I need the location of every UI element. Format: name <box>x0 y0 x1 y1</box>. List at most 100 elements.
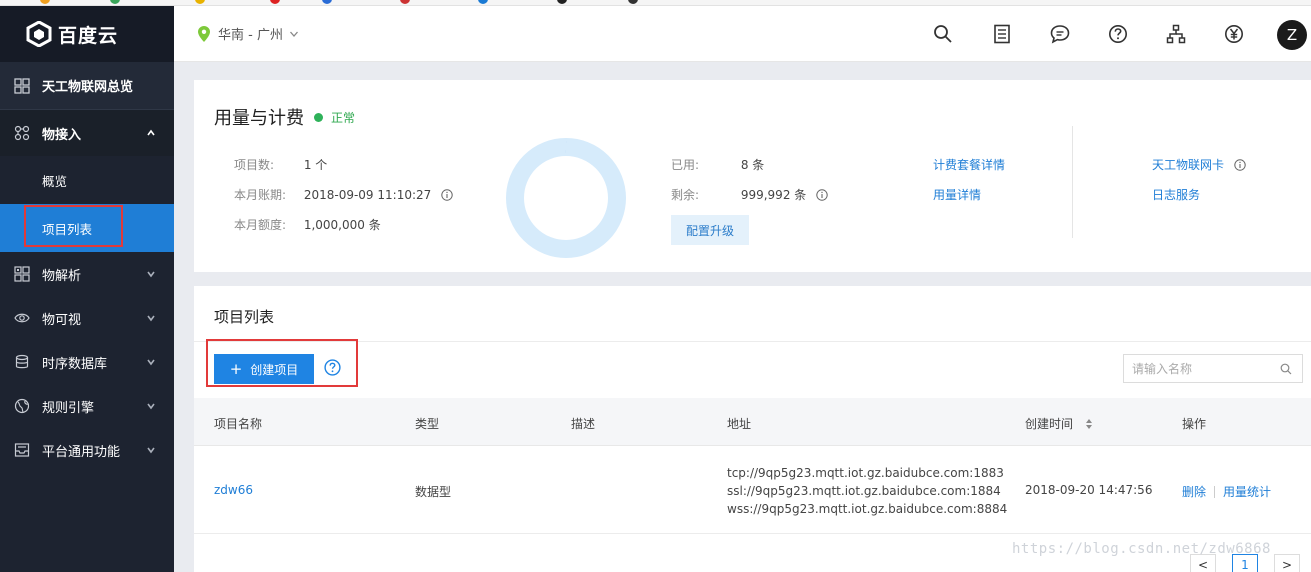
panel-title: 项目列表 <box>214 308 275 326</box>
usage-donut-chart <box>506 138 626 258</box>
bookmark-icon <box>195 0 205 4</box>
action-divider <box>1214 485 1216 498</box>
project-created-time: 2018-09-20 14:47:56 <box>1025 483 1153 497</box>
chevron-down-icon <box>289 31 298 37</box>
user-avatar[interactable]: Z <box>1277 20 1307 50</box>
sidebar-item-label: 规则引擎 <box>42 400 95 416</box>
kv-label: 项目数: <box>234 158 275 172</box>
help-icon[interactable] <box>324 359 341 376</box>
chevron-down-icon <box>147 315 155 322</box>
eye-icon <box>14 313 30 323</box>
create-project-button[interactable]: + 创建项目 <box>214 354 314 384</box>
sidebar-item-label: 时序数据库 <box>42 356 108 372</box>
chevron-down-icon <box>147 271 155 278</box>
table-header: 项目名称 类型 描述 地址 创建时间 操作 <box>194 398 1311 446</box>
log-service-link[interactable]: 日志服务 <box>1152 186 1200 203</box>
package-detail-link[interactable]: 计费套餐详情 <box>933 156 1005 173</box>
upgrade-config-button[interactable]: 配置升级 <box>671 215 749 245</box>
sitemap-icon[interactable] <box>1166 24 1186 44</box>
sidebar-group-platform-common[interactable]: 平台通用功能 <box>0 428 174 472</box>
info-icon[interactable] <box>1234 159 1246 171</box>
yen-icon[interactable] <box>1224 24 1244 44</box>
baidu-cloud-logo-icon <box>26 21 52 47</box>
project-list-panel: 项目列表 + 创建项目 项目名称 类型 描述 地址 创建时间 操作 zdw66 <box>194 286 1311 572</box>
location-pin-icon <box>198 25 210 42</box>
kv-value: 1,000,000 条 <box>303 218 381 232</box>
create-project-label: 创建项目 <box>250 362 299 377</box>
sidebar-item-label: 物解析 <box>42 268 82 284</box>
sort-icon[interactable] <box>1085 418 1093 430</box>
sidebar-subitem-project-list[interactable]: 项目列表 <box>0 204 174 252</box>
delete-link[interactable]: 删除 <box>1182 483 1206 500</box>
usage-stats-link[interactable]: 用量统计 <box>1223 483 1271 500</box>
panel-title: 用量与计费 <box>214 108 304 129</box>
bookmark-icon <box>400 0 410 4</box>
plus-icon: + <box>229 359 243 378</box>
chevron-up-icon <box>147 129 155 136</box>
logo[interactable]: 百度云 <box>0 6 174 62</box>
bookmark-icon <box>40 0 50 4</box>
bookmark-icon <box>628 0 638 4</box>
top-bar: 华南 - 广州 Z <box>174 6 1311 62</box>
used-row: 已用: 8 条 <box>671 156 764 173</box>
bookmark-icon <box>478 0 488 4</box>
pagination-next[interactable]: > <box>1274 554 1300 572</box>
help-icon[interactable] <box>1108 24 1128 44</box>
sidebar-group-device-access[interactable]: 物接入 <box>0 110 174 156</box>
table-row: zdw66 数据型 tcp://9qp5g23.mqtt.iot.gz.baid… <box>194 446 1311 534</box>
database-icon <box>15 354 29 369</box>
search-icon[interactable] <box>933 24 953 44</box>
iot-card-link[interactable]: 天工物联网卡 <box>1152 156 1246 173</box>
kv-value: 2018-09-09 11:10:27 <box>303 188 432 202</box>
search-icon[interactable] <box>1280 363 1292 375</box>
sidebar: 百度云 天工物联网总览 物接入 概览 项目列表 物解析 物可视 时序数据库 规则… <box>0 6 174 572</box>
address-tcp: tcp://9qp5g23.mqtt.iot.gz.baidubce.com:1… <box>727 466 1004 480</box>
bookmark-icon <box>322 0 332 4</box>
donut-track <box>506 138 626 258</box>
logo-text: 百度云 <box>58 24 119 47</box>
kv-value: 999,992 条 <box>740 188 807 202</box>
usage-detail-link[interactable]: 用量详情 <box>933 186 981 203</box>
sidebar-group-device-visual[interactable]: 物可视 <box>0 296 174 340</box>
kv-label: 已用: <box>671 158 700 172</box>
sidebar-group-tsdb[interactable]: 时序数据库 <box>0 340 174 384</box>
sidebar-item-label: 物接入 <box>42 127 82 143</box>
chevron-down-icon <box>147 359 155 366</box>
sidebar-subitem-overview[interactable]: 概览 <box>0 156 174 204</box>
grid-icon <box>14 77 30 94</box>
column-header-label: 创建时间 <box>1025 417 1074 431</box>
divider <box>194 341 1311 342</box>
column-header-created[interactable]: 创建时间 <box>1025 415 1093 432</box>
info-icon[interactable] <box>816 189 828 201</box>
kv-value: 8 条 <box>740 158 765 172</box>
message-icon[interactable] <box>1050 24 1070 44</box>
status-text: 正常 <box>331 111 356 125</box>
sidebar-group-rule-engine[interactable]: 规则引擎 <box>0 384 174 428</box>
project-name-link[interactable]: zdw66 <box>214 483 253 497</box>
search-input[interactable] <box>1124 355 1274 382</box>
bookmark-icon <box>270 0 280 4</box>
kv-label: 本月额度: <box>234 218 287 232</box>
kv-value: 1 个 <box>303 158 328 172</box>
column-header-type: 类型 <box>415 417 440 431</box>
sidebar-item-label: 天工物联网总览 <box>42 80 134 95</box>
info-icon[interactable] <box>441 189 453 201</box>
monthly-quota-row: 本月额度: 1,000,000 条 <box>234 216 381 233</box>
sidebar-group-device-parse[interactable]: 物解析 <box>0 252 174 296</box>
chevron-down-icon <box>147 403 155 410</box>
status-badge: 正常 <box>314 109 355 126</box>
sidebar-item-overview[interactable]: 天工物联网总览 <box>0 62 174 110</box>
bookmark-icon <box>110 0 120 4</box>
document-list-icon[interactable] <box>992 24 1012 44</box>
usage-billing-panel: 用量与计费 正常 项目数: 1 个 本月账期: 2018-09-09 11:10… <box>194 80 1311 272</box>
kv-label: 本月账期: <box>234 188 287 202</box>
column-header-ops: 操作 <box>1182 417 1207 431</box>
region-selector[interactable]: 华南 - 广州 <box>198 24 299 43</box>
vertical-divider <box>1072 126 1073 238</box>
sidebar-item-label: 平台通用功能 <box>42 444 121 460</box>
status-dot-icon <box>314 113 323 122</box>
address-ssl: ssl://9qp5g23.mqtt.iot.gz.baidubce.com:1… <box>727 484 1001 498</box>
column-header-name: 项目名称 <box>214 417 263 431</box>
globe-icon <box>14 398 30 414</box>
sidebar-subitem-label: 概览 <box>42 173 68 189</box>
